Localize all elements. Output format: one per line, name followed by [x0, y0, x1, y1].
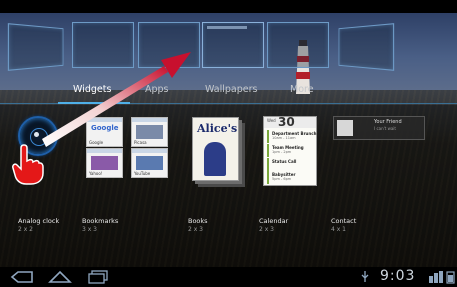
system-bar: 9:03 — [0, 267, 457, 287]
launcher-screen: Widgets Apps Wallpapers More Google Goog… — [0, 0, 457, 287]
usb-status-icon — [361, 271, 369, 282]
home-button-icon[interactable] — [48, 270, 72, 284]
hand-pointer-icon — [12, 144, 44, 185]
signal-strength-icon — [429, 271, 443, 283]
drag-arrow-icon — [42, 52, 191, 147]
back-button-icon[interactable] — [10, 270, 34, 284]
battery-icon — [446, 271, 455, 284]
recent-apps-button-icon[interactable] — [86, 270, 110, 284]
status-clock: 9:03 — [380, 268, 416, 284]
